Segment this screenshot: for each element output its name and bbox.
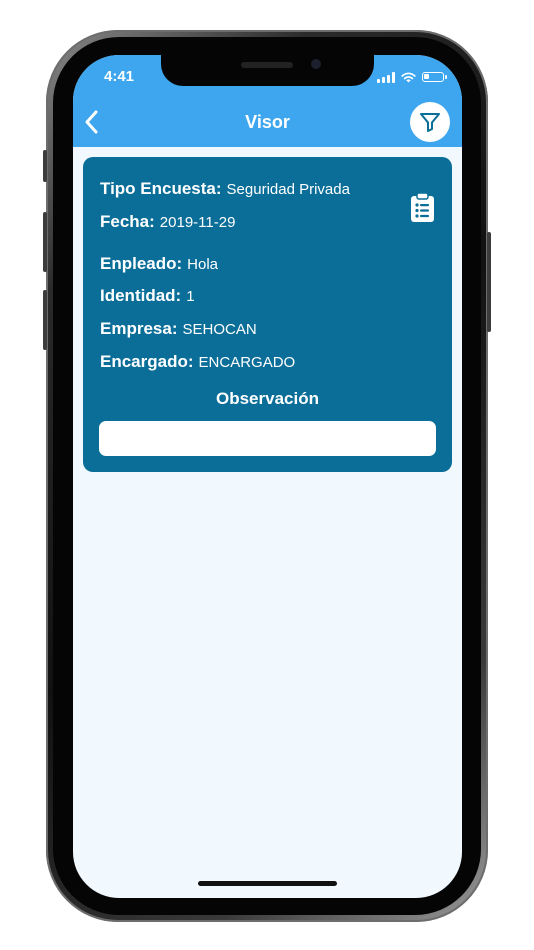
signal-icon	[377, 71, 395, 83]
field-company: Empresa: SEHOCAN	[100, 319, 257, 338]
power-button	[487, 232, 491, 332]
home-indicator[interactable]	[198, 881, 337, 886]
field-identity: Identidad: 1	[100, 286, 195, 305]
survey-card: Tipo Encuesta: Seguridad Privada Fecha: 20…	[83, 157, 452, 472]
filter-button[interactable]	[410, 102, 450, 142]
wifi-icon	[401, 72, 416, 82]
app-screen: 4:41 Visor Tipo Encuesta: Seguridad Priv…	[73, 55, 462, 898]
page-title: Visor	[245, 112, 290, 132]
observation-title: Observación	[216, 389, 319, 408]
front-camera	[311, 59, 321, 69]
phone-notch	[161, 55, 374, 86]
field-employee: Enpleado: Hola	[100, 254, 219, 273]
field-survey-type: Tipo Encuesta: Seguridad Privada	[100, 179, 350, 198]
filter-icon	[420, 113, 440, 132]
status-time: 4:41	[104, 68, 135, 85]
volume-down-button	[43, 290, 47, 350]
battery-icon	[422, 72, 447, 82]
speaker-grille	[241, 62, 293, 68]
observation-field[interactable]	[99, 421, 436, 456]
clipboard-list-icon[interactable]	[410, 192, 435, 223]
status-icons	[377, 70, 447, 84]
mute-switch	[43, 150, 47, 182]
volume-up-button	[43, 212, 47, 272]
field-manager: Encargado: ENCARGADO	[100, 352, 296, 371]
field-date: Fecha: 2019-11-29	[100, 212, 236, 231]
